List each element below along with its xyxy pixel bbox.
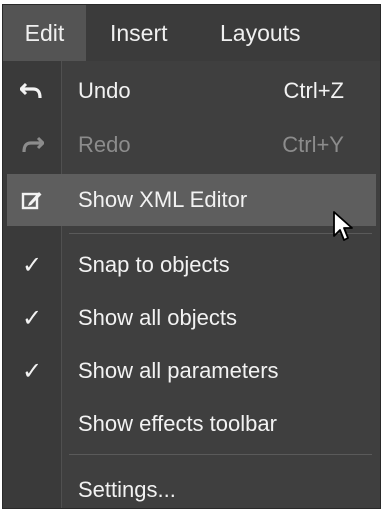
show-xml-editor-label: Show XML Editor (78, 187, 248, 212)
show-effects-toolbar-label: Show effects toolbar (78, 411, 277, 436)
menu-layouts[interactable]: Layouts (220, 5, 301, 61)
menu-item-redo: Redo Ctrl+Y (3, 119, 380, 171)
menu-item-show-all-objects[interactable]: ✓ Show all objects (3, 292, 380, 344)
menu-item-show-xml-editor[interactable]: Show XML Editor (7, 174, 376, 226)
check-icon: ✓ (21, 251, 43, 279)
redo-icon (3, 119, 61, 171)
edit-dropdown: Undo Ctrl+Z Redo Ctrl+Y Show XML Editor … (3, 61, 380, 508)
edit-menu-window: Edit Insert Layouts Undo Ctrl+Z Redo Ctr… (2, 4, 381, 509)
mouse-cursor-icon (332, 210, 356, 249)
menu-edit[interactable]: Edit (3, 5, 86, 61)
show-all-objects-label: Show all objects (78, 305, 237, 330)
check-icon: ✓ (21, 304, 43, 332)
undo-icon (3, 65, 61, 117)
undo-label: Undo (78, 78, 131, 103)
menu-item-settings[interactable]: Settings... (3, 464, 380, 508)
snap-to-objects-label: Snap to objects (78, 252, 230, 277)
settings-label: Settings... (78, 477, 176, 502)
redo-shortcut: Ctrl+Y (282, 132, 344, 157)
menu-insert[interactable]: Insert (110, 5, 168, 61)
menu-item-show-all-parameters[interactable]: ✓ Show all parameters (3, 345, 380, 397)
menu-bar: Edit Insert Layouts (3, 5, 380, 61)
edit-icon (3, 174, 61, 226)
menu-separator (69, 233, 372, 234)
undo-shortcut: Ctrl+Z (283, 78, 345, 103)
menu-item-undo[interactable]: Undo Ctrl+Z (3, 65, 380, 117)
check-icon: ✓ (21, 357, 43, 385)
show-all-parameters-label: Show all parameters (78, 358, 279, 383)
menu-separator (69, 454, 372, 455)
menu-item-show-effects-toolbar[interactable]: Show effects toolbar (3, 398, 380, 450)
menu-item-snap-to-objects[interactable]: ✓ Snap to objects (3, 239, 380, 291)
redo-label: Redo (78, 132, 131, 157)
